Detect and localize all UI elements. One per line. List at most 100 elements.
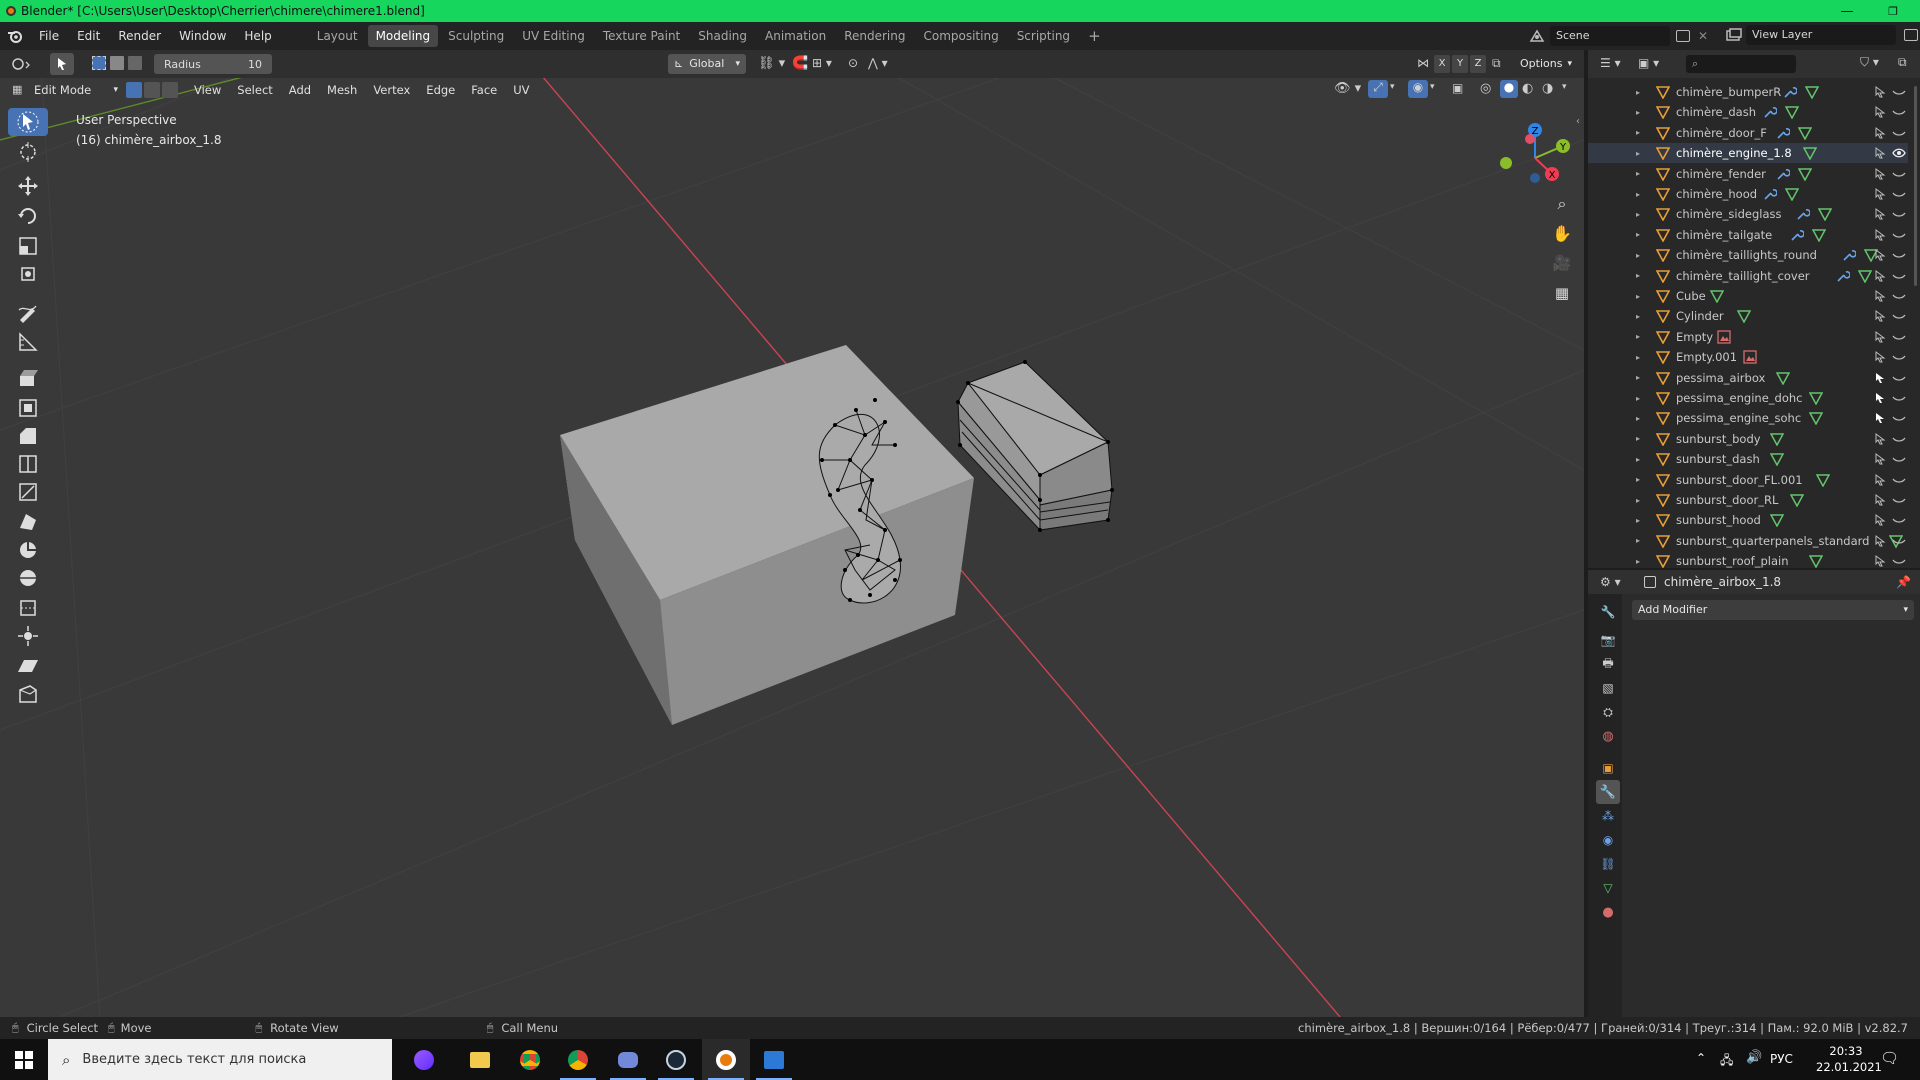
minimize-button[interactable]: — — [1824, 0, 1870, 22]
outliner-item[interactable]: ▸ sunburst_dash — [1588, 449, 1908, 469]
output-tab-icon[interactable]: 🖶 — [1596, 652, 1620, 676]
constraints-tab-icon[interactable]: ⛓ — [1596, 852, 1620, 876]
radius-field[interactable]: Radius 10 — [154, 54, 272, 74]
mesh-data-icon[interactable] — [1798, 126, 1813, 141]
selectable-arrow-icon[interactable] — [1874, 494, 1886, 506]
overlays-toggle-icon[interactable]: ◉ — [1408, 80, 1428, 98]
expand-arrow-icon[interactable]: ▸ — [1636, 149, 1640, 158]
expand-arrow-icon[interactable]: ▸ — [1636, 414, 1640, 423]
outliner-item[interactable]: ▸ chimère_door_F — [1588, 123, 1908, 143]
shrink-fatten-tool[interactable] — [8, 622, 48, 650]
eye-closed-icon[interactable] — [1892, 474, 1906, 486]
rotate-tool[interactable] — [8, 202, 48, 230]
eye-closed-icon[interactable] — [1892, 453, 1906, 465]
proportional-edit-icon[interactable]: ⊙ — [848, 56, 858, 70]
expand-arrow-icon[interactable]: ▸ — [1636, 251, 1640, 260]
new-view-layer-icon[interactable] — [1904, 29, 1918, 41]
outliner-search-input[interactable]: ⌕ — [1686, 55, 1796, 73]
xray-toggle-icon[interactable]: ▣ — [1452, 81, 1463, 95]
chrome-icon[interactable] — [506, 1039, 554, 1080]
rip-region-tool[interactable] — [8, 680, 48, 708]
active-tool-icon[interactable] — [50, 53, 74, 75]
outliner-item[interactable]: ▸ chimère_taillights_round — [1588, 245, 1908, 265]
maximize-button[interactable]: ❐ — [1870, 0, 1916, 22]
selectable-arrow-icon[interactable] — [1874, 330, 1886, 343]
eye-closed-icon[interactable] — [1892, 127, 1906, 139]
mesh-data-icon[interactable] — [1784, 187, 1800, 202]
mesh-data-icon[interactable] — [1776, 371, 1791, 386]
pan-view-icon[interactable]: ✋ — [1550, 224, 1574, 248]
zoom-view-icon[interactable]: ⌕ — [1550, 194, 1574, 218]
mesh-data-icon[interactable] — [1809, 411, 1824, 426]
outliner-item[interactable]: ▸ sunburst_quarterpanels_standard — [1588, 531, 1908, 551]
mesh-data-icon[interactable] — [1798, 167, 1813, 182]
menu-window[interactable]: Window — [170, 22, 235, 50]
selectable-arrow-icon[interactable] — [1874, 514, 1886, 526]
outliner-item[interactable]: ▸ chimère_tailgate — [1588, 225, 1908, 245]
selectable-arrow-icon[interactable] — [1874, 126, 1886, 139]
eye-closed-icon[interactable] — [1892, 290, 1906, 302]
eye-closed-icon[interactable] — [1892, 412, 1906, 424]
tab-rendering[interactable]: Rendering — [836, 25, 913, 47]
mesh-data-icon[interactable] — [1809, 391, 1824, 406]
selectable-arrow-icon[interactable] — [1874, 208, 1886, 220]
selectable-arrow-icon[interactable] — [1874, 372, 1886, 384]
outliner-item[interactable]: ▸ pessima_airbox — [1588, 368, 1908, 388]
taskbar-search-box[interactable]: ⌕ Введите здесь текст для поиска — [48, 1039, 392, 1080]
outliner-scrollbar[interactable] — [1914, 86, 1917, 286]
notifications-icon[interactable]: 🗨 — [1880, 1049, 1899, 1067]
menu-file[interactable]: File — [30, 22, 68, 50]
expand-arrow-icon[interactable]: ▸ — [1636, 210, 1640, 219]
selectable-arrow-icon[interactable] — [1874, 147, 1886, 159]
vertex-select-mode-button[interactable] — [126, 82, 142, 98]
pin-icon[interactable]: 📌 — [1896, 575, 1911, 589]
expand-arrow-icon[interactable]: ▸ — [1636, 394, 1640, 403]
expand-arrow-icon[interactable]: ▸ — [1636, 353, 1640, 362]
mesh-data-icon[interactable] — [1802, 146, 1818, 161]
expand-arrow-icon[interactable]: ▸ — [1636, 332, 1640, 341]
expand-arrow-icon[interactable]: ▸ — [1636, 434, 1640, 443]
outliner-editor-type-icon[interactable]: ☰ ▾ — [1600, 56, 1621, 70]
eye-closed-icon[interactable] — [1892, 229, 1906, 241]
viewport-scene[interactable] — [0, 50, 1584, 1017]
menu-edit[interactable]: Edit — [68, 22, 109, 50]
mesh-data-icon[interactable] — [1809, 554, 1824, 568]
keyboard-language[interactable]: РУС — [1770, 1052, 1793, 1066]
expand-arrow-icon[interactable]: ▸ — [1636, 516, 1640, 525]
outliner-item[interactable]: ▸ sunburst_door_FL.001 — [1588, 470, 1908, 490]
photos-icon[interactable] — [750, 1039, 798, 1080]
outliner-item[interactable]: ▸ pessima_engine_dohc — [1588, 388, 1908, 408]
selectable-arrow-icon[interactable] — [1874, 453, 1886, 465]
tab-modeling[interactable]: Modeling — [367, 25, 439, 47]
tab-scripting[interactable]: Scripting — [1009, 25, 1078, 47]
object-data-tab-icon[interactable]: ▽ — [1596, 876, 1620, 900]
snap-target-icon[interactable]: ⊞ ▾ — [812, 56, 832, 70]
expand-arrow-icon[interactable]: ▸ — [1636, 312, 1640, 321]
file-explorer-icon[interactable] — [456, 1039, 504, 1080]
ortho-toggle-icon[interactable]: ▦ — [1550, 284, 1574, 308]
volume-icon[interactable]: 🔊 — [1746, 1050, 1762, 1065]
eye-closed-icon[interactable] — [1892, 514, 1906, 526]
selectable-arrow-icon[interactable] — [1874, 106, 1886, 118]
outliner-item[interactable]: ▸ sunburst_hood — [1588, 510, 1908, 530]
properties-editor-type-icon[interactable]: ⚙ ▾ — [1600, 575, 1621, 589]
neg-x-axis-handle[interactable] — [1525, 134, 1535, 144]
new-collection-icon[interactable]: ⧉ — [1898, 55, 1907, 70]
eye-closed-icon[interactable] — [1892, 188, 1906, 200]
move-tool[interactable] — [8, 172, 48, 200]
tab-sculpting[interactable]: Sculpting — [440, 25, 512, 47]
viewport-menu-select[interactable]: Select — [229, 80, 280, 100]
select-mode-subtract-icon[interactable] — [128, 56, 142, 70]
mesh-data-icon[interactable] — [1804, 85, 1820, 100]
shear-tool[interactable] — [8, 652, 48, 680]
modifier-wrench-icon[interactable] — [1842, 248, 1858, 262]
physics-tab-icon[interactable]: ◉ — [1596, 828, 1620, 852]
navigation-gizmo[interactable]: Z Y X — [1490, 116, 1580, 196]
mode-dropdown[interactable]: Edit Mode ▾ — [26, 80, 118, 100]
tab-compositing[interactable]: Compositing — [915, 25, 1006, 47]
mesh-data-icon[interactable] — [1811, 228, 1826, 243]
snap-icon[interactable]: 🧲 — [792, 56, 808, 71]
network-icon[interactable]: 🖧 — [1720, 1051, 1733, 1072]
expand-arrow-icon[interactable]: ▸ — [1636, 455, 1640, 464]
outliner-item[interactable]: ▸ sunburst_body — [1588, 429, 1908, 449]
